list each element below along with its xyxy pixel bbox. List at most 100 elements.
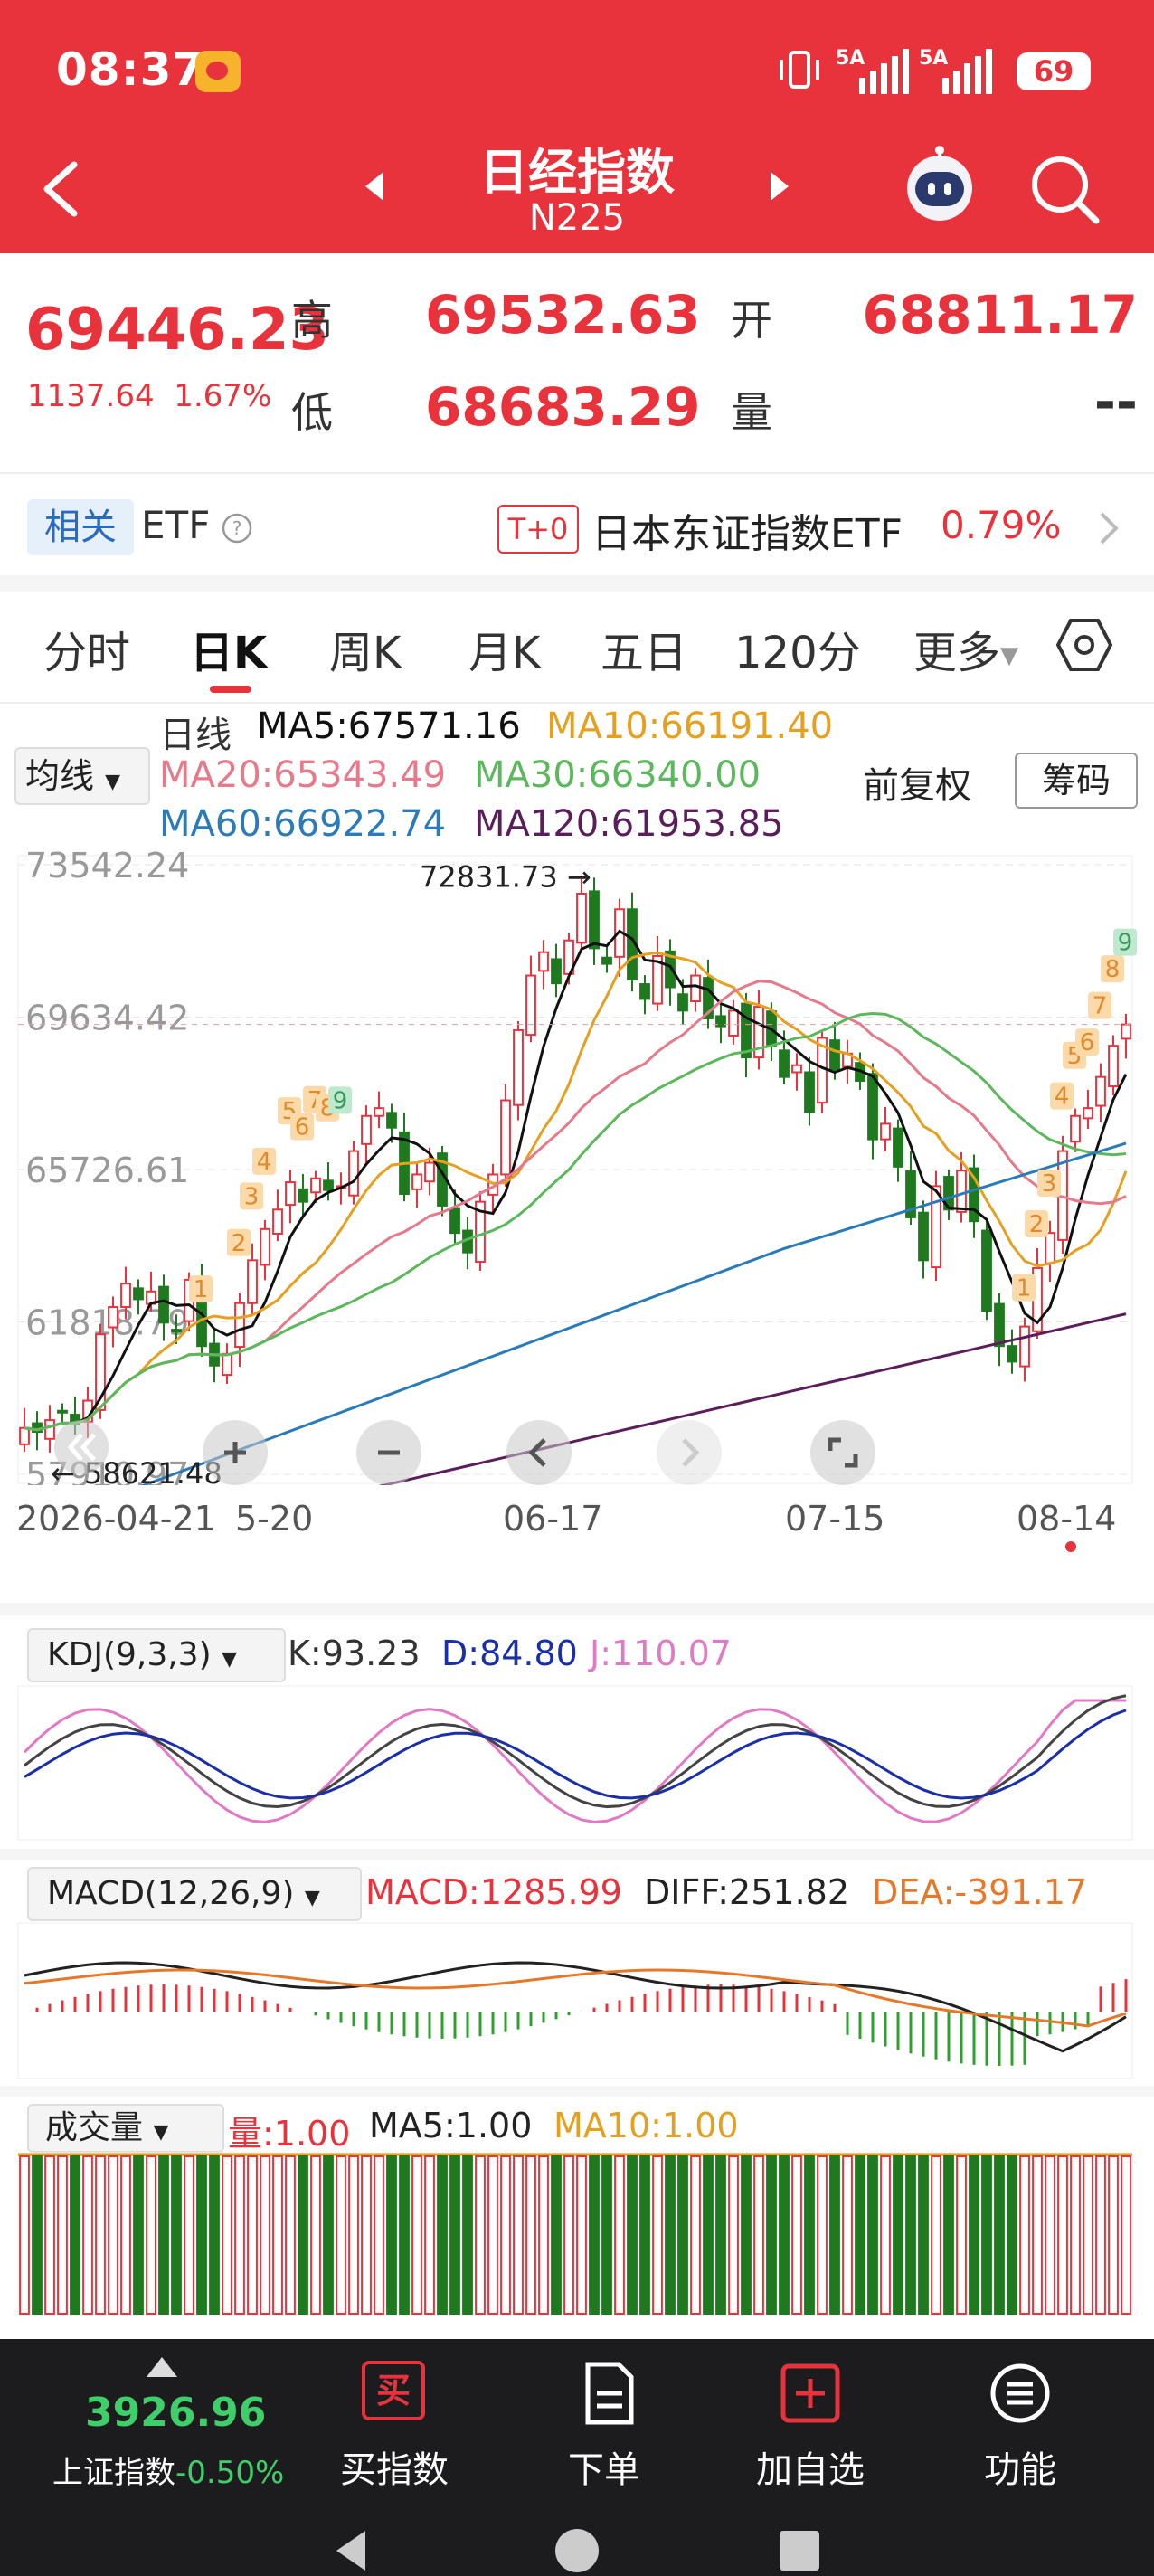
document-icon — [585, 2362, 634, 2425]
search-icon[interactable] — [1027, 152, 1103, 228]
kdj-dropdown[interactable]: KDJ(9,3,3) ▼ — [27, 1628, 286, 1682]
volume-bar — [108, 2155, 118, 2315]
scroll-right-button[interactable] — [657, 1420, 722, 1485]
expand-up-icon[interactable] — [147, 2357, 177, 2377]
tab-more[interactable]: 更多▼ — [913, 617, 1018, 680]
volume-bar — [475, 2155, 486, 2315]
chevron-left-icon — [528, 1438, 546, 1467]
volume-bar — [652, 2155, 663, 2315]
candle-body — [513, 1028, 524, 1106]
scroll-left-button[interactable] — [506, 1420, 572, 1485]
volume-bar — [374, 2155, 384, 2315]
low-label: 低 — [291, 388, 333, 437]
nav-back-icon[interactable] — [333, 2529, 369, 2572]
volume-bar — [196, 2155, 207, 2315]
tab-monthly-k[interactable]: 月K — [468, 617, 540, 680]
volume-bar — [690, 2155, 701, 2315]
td-count-label: 1 — [194, 1276, 209, 1303]
next-index-icon[interactable] — [769, 172, 789, 201]
page-subtitle: N225 — [528, 197, 626, 239]
etf-name[interactable]: 日本东证指数ETF — [591, 501, 903, 559]
tab-five-day[interactable]: 五日 — [601, 617, 687, 680]
svg-text:?: ? — [232, 517, 242, 539]
bottom-nav: 3926.96 上证指数-0.50% 买 买指数 下单 加自选 功能 — [0, 2339, 1154, 2576]
volume-bar — [817, 2155, 828, 2315]
volume-bar — [260, 2155, 270, 2315]
tab-120min[interactable]: 120分 — [734, 617, 861, 680]
section-gap — [0, 2086, 1154, 2097]
volume-value: 量:1.00 — [228, 2114, 351, 2154]
ma30-value: MA30:66340.00 — [474, 754, 761, 796]
scroll-left-fast-button[interactable] — [54, 1420, 109, 1474]
tab-intraday[interactable]: 分时 — [43, 617, 130, 680]
period-label: 日线 — [159, 715, 232, 756]
td-count-label: 7 — [1093, 993, 1108, 1020]
ma-mode-dropdown[interactable]: 均线 ▼ — [14, 747, 150, 805]
volume-bar — [348, 2155, 359, 2315]
candle-body — [500, 1099, 511, 1176]
minus-icon — [378, 1450, 400, 1455]
header-bar: 08:37 5A 5A 69 日经指数 N225 — [0, 0, 1154, 253]
macd-value: MACD:1285.99 — [365, 1872, 622, 1912]
candle-body — [1007, 1345, 1017, 1363]
volume-bar — [399, 2155, 410, 2315]
candle-body — [298, 1188, 308, 1203]
sh-index-label[interactable]: 上证指数-0.50% — [52, 2448, 284, 2492]
robot-assistant-icon[interactable] — [899, 145, 980, 226]
chips-button[interactable]: 筹码 — [1015, 753, 1138, 809]
candle-body — [272, 1208, 283, 1235]
volume-bar — [462, 2155, 473, 2315]
sh-index-value[interactable]: 3926.96 — [85, 2390, 266, 2436]
fullscreen-button[interactable] — [810, 1420, 875, 1485]
open-value: 68811.17 — [862, 284, 1138, 346]
volume-dropdown[interactable]: 成交量 ▼ — [27, 2104, 224, 2153]
chevron-right-icon[interactable] — [1098, 510, 1120, 546]
candle-body — [1108, 1045, 1119, 1088]
section-gap — [0, 1849, 1154, 1860]
td-count-label: 9 — [333, 1087, 348, 1114]
volume-bar — [1121, 2155, 1131, 2315]
tab-daily-k[interactable]: 日K — [190, 617, 267, 680]
candle-body — [728, 1009, 739, 1037]
signal-icon: 5A — [836, 47, 912, 94]
volume-bar — [728, 2155, 739, 2315]
battery-icon: 69 — [1017, 52, 1091, 90]
candlestick-chart[interactable]: 73542.2469634.4265726.6161818.7957910.97… — [0, 850, 1154, 1556]
candle-body — [918, 1211, 929, 1262]
nav-recents-icon[interactable] — [778, 2529, 821, 2572]
volume-bar — [449, 2155, 460, 2315]
adjust-mode[interactable]: 前复权 — [863, 756, 971, 809]
candle-body — [525, 974, 536, 1037]
volume-bar — [918, 2155, 929, 2315]
add-square-icon — [780, 2363, 840, 2423]
macd-dropdown[interactable]: MACD(12,26,9) ▼ — [27, 1867, 362, 1921]
candle-body — [994, 1302, 1005, 1348]
volume-bar — [791, 2155, 802, 2315]
ma60-value: MA60:66922.74 — [159, 803, 447, 845]
volume-ma10: MA10:1.00 — [553, 2106, 739, 2145]
volume-bar — [601, 2155, 612, 2315]
settings-icon[interactable] — [1055, 615, 1114, 675]
volume-bar — [551, 2155, 562, 2315]
vibrate-icon — [780, 51, 819, 89]
volume-bar — [589, 2155, 600, 2315]
open-label: 开 — [731, 296, 772, 345]
td-count-label: 2 — [232, 1230, 247, 1257]
candle-body — [361, 1114, 372, 1145]
volume-bar — [158, 2155, 169, 2315]
volume-bar — [804, 2155, 815, 2315]
macd-diff: DIFF:251.82 — [644, 1872, 849, 1912]
volume-bar — [361, 2155, 372, 2315]
volume-bar — [538, 2155, 549, 2315]
help-icon[interactable]: ? — [221, 512, 253, 545]
volume-bar — [576, 2155, 587, 2315]
nav-home-icon[interactable] — [553, 2527, 601, 2574]
x-tick-label: 06-17 — [503, 1499, 602, 1539]
add-watchlist-label: 加自选 — [756, 2449, 865, 2491]
tab-weekly-k[interactable]: 周K — [329, 617, 401, 680]
zoom-out-button[interactable] — [356, 1420, 421, 1485]
x-tick-label: 08-14 — [1017, 1499, 1116, 1539]
zoom-in-button[interactable] — [203, 1420, 268, 1485]
td-count-label: 8 — [1105, 956, 1121, 983]
candle-body — [260, 1227, 270, 1266]
